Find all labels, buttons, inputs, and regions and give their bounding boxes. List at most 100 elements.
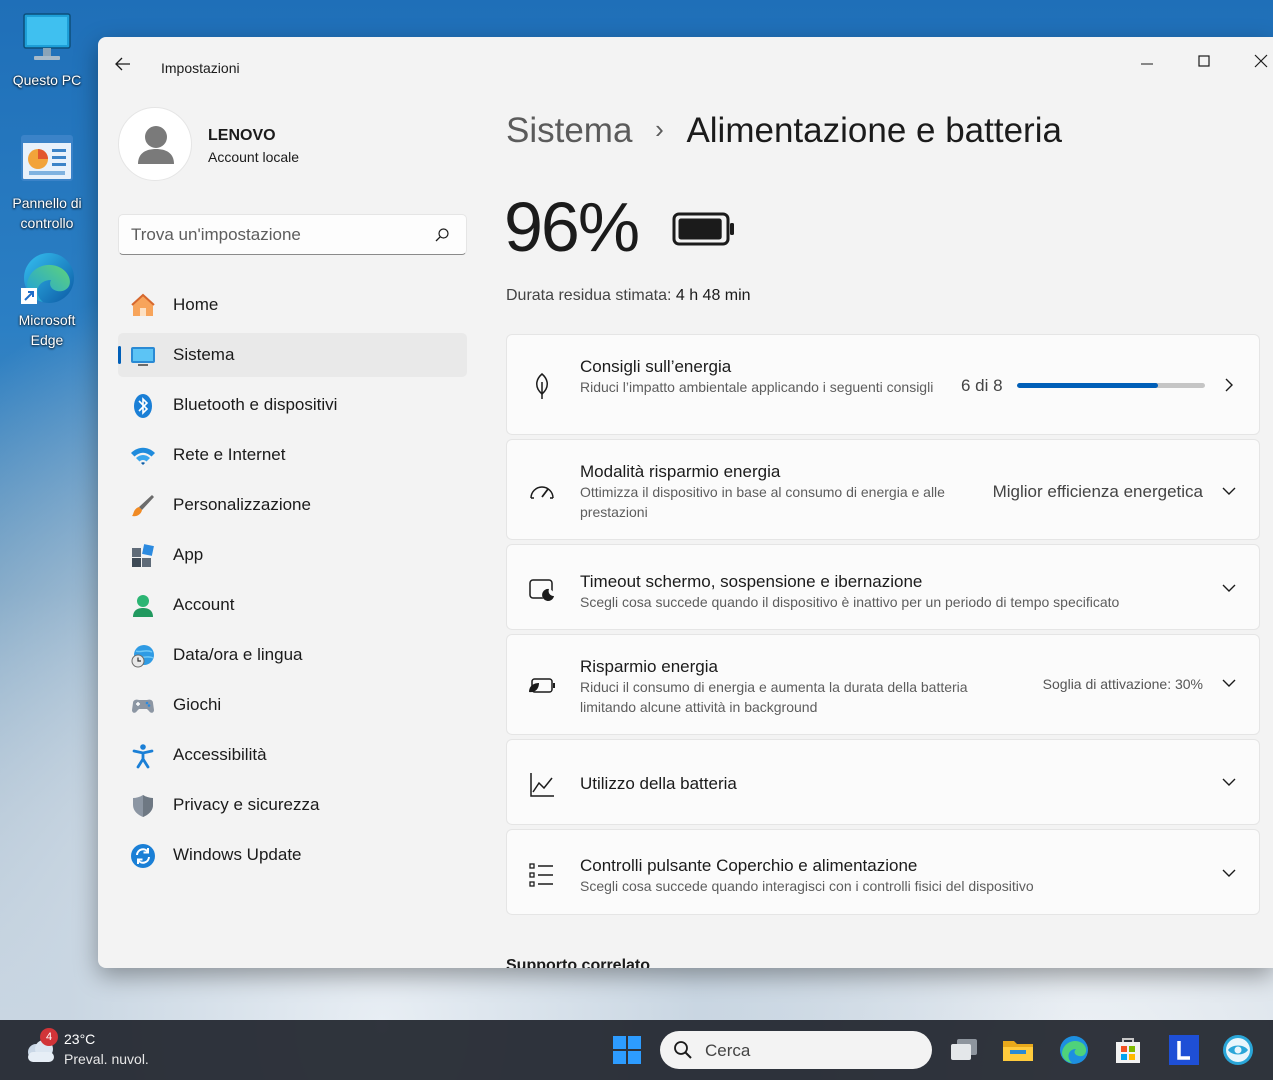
sidebar-item-home[interactable]: Home xyxy=(118,283,467,327)
sidebar-item-gaming[interactable]: Giochi xyxy=(118,683,467,727)
card-title: Controlli pulsante Coperchio e alimentaz… xyxy=(580,856,918,875)
sidebar-item-time-language[interactable]: Data/ora e lingua xyxy=(118,633,467,677)
sidebar-item-bluetooth[interactable]: Bluetooth e dispositivi xyxy=(118,383,467,427)
lid-power-controls-card[interactable]: Controlli pulsante Coperchio e alimentaz… xyxy=(506,829,1260,915)
sidebar-item-privacy[interactable]: Privacy e sicurezza xyxy=(118,783,467,827)
taskbar-search-label: Cerca xyxy=(705,1041,751,1060)
energy-recommendations-card[interactable]: Consigli sull’energia Riduci l’impatto a… xyxy=(506,334,1260,435)
sidebar-item-label: Accessibilità xyxy=(173,745,267,764)
minimize-button[interactable] xyxy=(1125,45,1171,75)
app-title: Impostazioni xyxy=(161,60,240,76)
monitor-icon xyxy=(131,347,155,366)
desktop-icon-edge[interactable]: Microsoft Edge xyxy=(6,250,88,350)
sidebar-item-label: Personalizzazione xyxy=(173,495,311,514)
sidebar-item-personalization[interactable]: Personalizzazione xyxy=(118,483,467,527)
sidebar-item-accessibility[interactable]: Accessibilità xyxy=(118,733,467,777)
estimated-duration: Durata residua stimata: 4 h 48 min xyxy=(506,287,751,305)
duration-value: 4 h 48 min xyxy=(675,287,751,304)
breadcrumb: Sistema › Alimentazione e batteria xyxy=(506,111,1062,151)
sidebar-item-label: Giochi xyxy=(173,695,222,714)
card-title: Modalità risparmio energia xyxy=(580,462,781,481)
task-view-button[interactable] xyxy=(944,1030,984,1070)
chevron-down-icon xyxy=(1222,869,1236,877)
maximize-button[interactable] xyxy=(1182,45,1228,75)
back-button[interactable] xyxy=(114,55,142,83)
folder-icon xyxy=(1003,1041,1033,1061)
speedometer-icon xyxy=(530,486,554,499)
weather-temperature: 23°C xyxy=(64,1031,96,1047)
computer-icon xyxy=(17,10,77,68)
page-title: Alimentazione e batteria xyxy=(686,111,1062,150)
chevron-down-icon xyxy=(1222,584,1236,592)
related-support-heading: Supporto correlato xyxy=(506,957,651,968)
account-icon xyxy=(133,595,153,617)
desktop-icon-this-pc[interactable]: Questo PC xyxy=(6,10,88,90)
wifi-icon xyxy=(131,447,155,465)
search-icon[interactable] xyxy=(434,227,450,243)
sidebar-item-windows-update[interactable]: Windows Update xyxy=(118,833,467,877)
control-panel-icon xyxy=(17,133,77,191)
apps-icon xyxy=(132,544,154,567)
sidebar-nav: Home Sistema Bluetooth e dispositivi Ret… xyxy=(118,283,467,883)
bluetooth-icon xyxy=(134,394,152,418)
sidebar-item-system[interactable]: Sistema xyxy=(118,333,467,377)
lenovo-app-button[interactable] xyxy=(1164,1030,1204,1070)
eye-icon xyxy=(1223,1035,1253,1065)
settings-search-box xyxy=(118,214,467,255)
battery-saver-icon xyxy=(529,678,555,693)
accessibility-icon xyxy=(132,744,154,769)
card-description: Scegli cosa succede quando interagisci c… xyxy=(580,878,1034,894)
edge-icon xyxy=(1060,1036,1088,1064)
user-name: LENOVO xyxy=(208,127,276,144)
sidebar-item-label: App xyxy=(173,545,204,564)
home-icon xyxy=(131,293,155,316)
duration-label: Durata residua stimata: xyxy=(506,287,672,304)
breadcrumb-parent[interactable]: Sistema xyxy=(506,111,632,150)
power-mode-card[interactable]: Modalità risparmio energia Ottimizza il … xyxy=(506,439,1260,540)
weather-condition: Preval. nuvol. xyxy=(64,1051,149,1067)
account-type: Account locale xyxy=(208,149,300,165)
chevron-down-icon xyxy=(1222,487,1236,495)
recommendations-progress xyxy=(1017,383,1205,388)
maximize-icon xyxy=(1198,55,1210,67)
sidebar-item-label: Sistema xyxy=(173,345,235,364)
sidebar-item-label: Home xyxy=(173,295,219,314)
list-settings-icon xyxy=(529,863,553,887)
sidebar-item-account[interactable]: Account xyxy=(118,583,467,627)
close-icon xyxy=(1254,54,1268,68)
start-button[interactable] xyxy=(607,1030,647,1070)
desktop-icon-control-panel[interactable]: Pannello di controllo xyxy=(6,133,88,233)
chevron-right-icon xyxy=(1225,378,1233,392)
chevron-right-icon: › xyxy=(655,114,664,144)
edge-icon xyxy=(17,250,77,308)
avatar xyxy=(118,107,192,181)
sidebar-item-apps[interactable]: App xyxy=(118,533,467,577)
taskbar-search[interactable]: Cerca xyxy=(660,1031,932,1069)
windows-logo-icon xyxy=(613,1036,641,1064)
taskbar: 4 23°C Preval. nuvol. Cerca xyxy=(0,1020,1273,1080)
card-title: Utilizzo della batteria xyxy=(580,774,737,793)
activation-threshold: Soglia di attivazione: 30% xyxy=(1042,676,1203,692)
sidebar-item-label: Bluetooth e dispositivi xyxy=(173,395,338,414)
close-button[interactable] xyxy=(1239,45,1273,75)
brush-icon xyxy=(132,495,154,517)
gamepad-icon xyxy=(132,699,154,713)
power-mode-dropdown[interactable]: Miglior efficienza energetica xyxy=(993,482,1203,502)
screen-sleep-card[interactable]: Timeout schermo, sospensione e ibernazio… xyxy=(506,544,1260,630)
progress-fill xyxy=(1017,383,1158,388)
battery-usage-card[interactable]: Utilizzo della batteria xyxy=(506,739,1260,825)
card-description: Ottimizza il dispositivo in base al cons… xyxy=(580,484,945,520)
card-description: Riduci il consumo di energia e aumenta l… xyxy=(580,679,968,715)
card-description: Riduci l’impatto ambientale applicando i… xyxy=(580,379,934,395)
update-icon xyxy=(131,844,155,868)
notification-badge: 4 xyxy=(40,1028,58,1046)
sidebar-item-network[interactable]: Rete e Internet xyxy=(118,433,467,477)
settings-search-input[interactable] xyxy=(131,224,421,246)
chevron-down-icon xyxy=(1222,679,1236,687)
file-explorer-button[interactable] xyxy=(998,1030,1038,1070)
eye-care-app-button[interactable] xyxy=(1218,1030,1258,1070)
store-button[interactable] xyxy=(1108,1030,1148,1070)
battery-saver-card[interactable]: Risparmio energia Riduci il consumo di e… xyxy=(506,634,1260,735)
edge-taskbar-button[interactable] xyxy=(1054,1030,1094,1070)
shield-icon xyxy=(133,795,153,817)
